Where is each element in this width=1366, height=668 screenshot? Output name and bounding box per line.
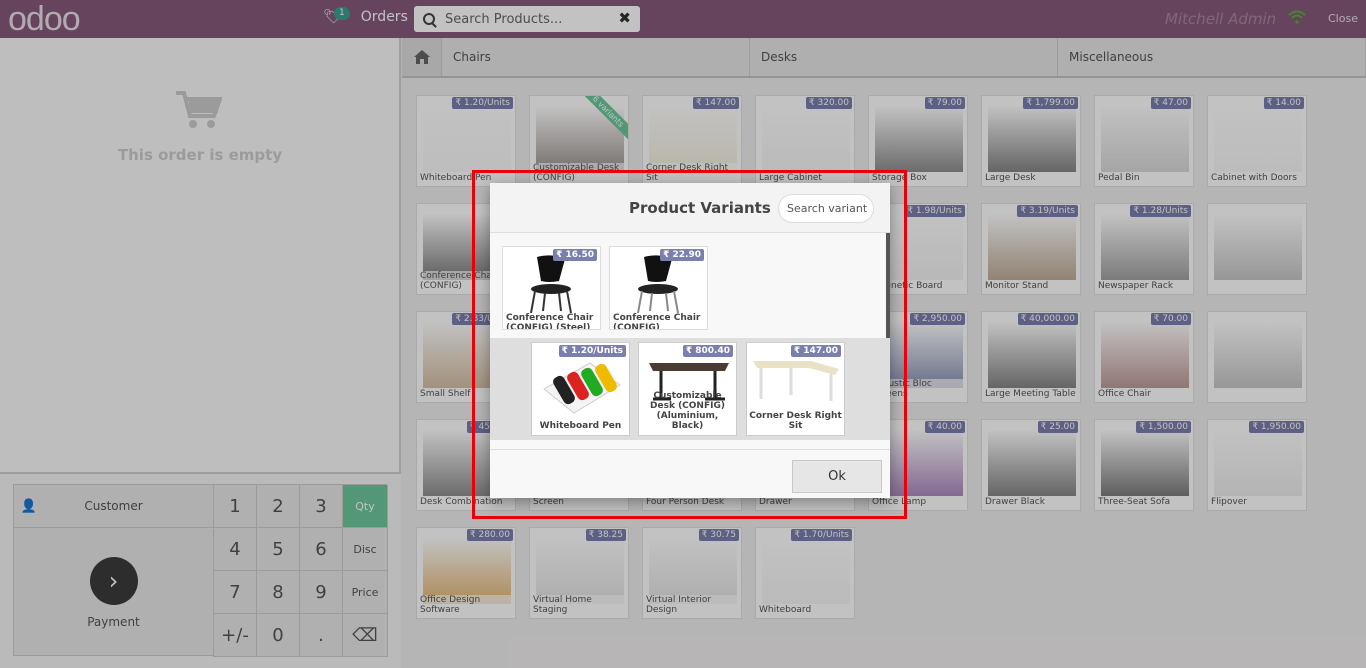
highlight-box — [472, 170, 907, 519]
